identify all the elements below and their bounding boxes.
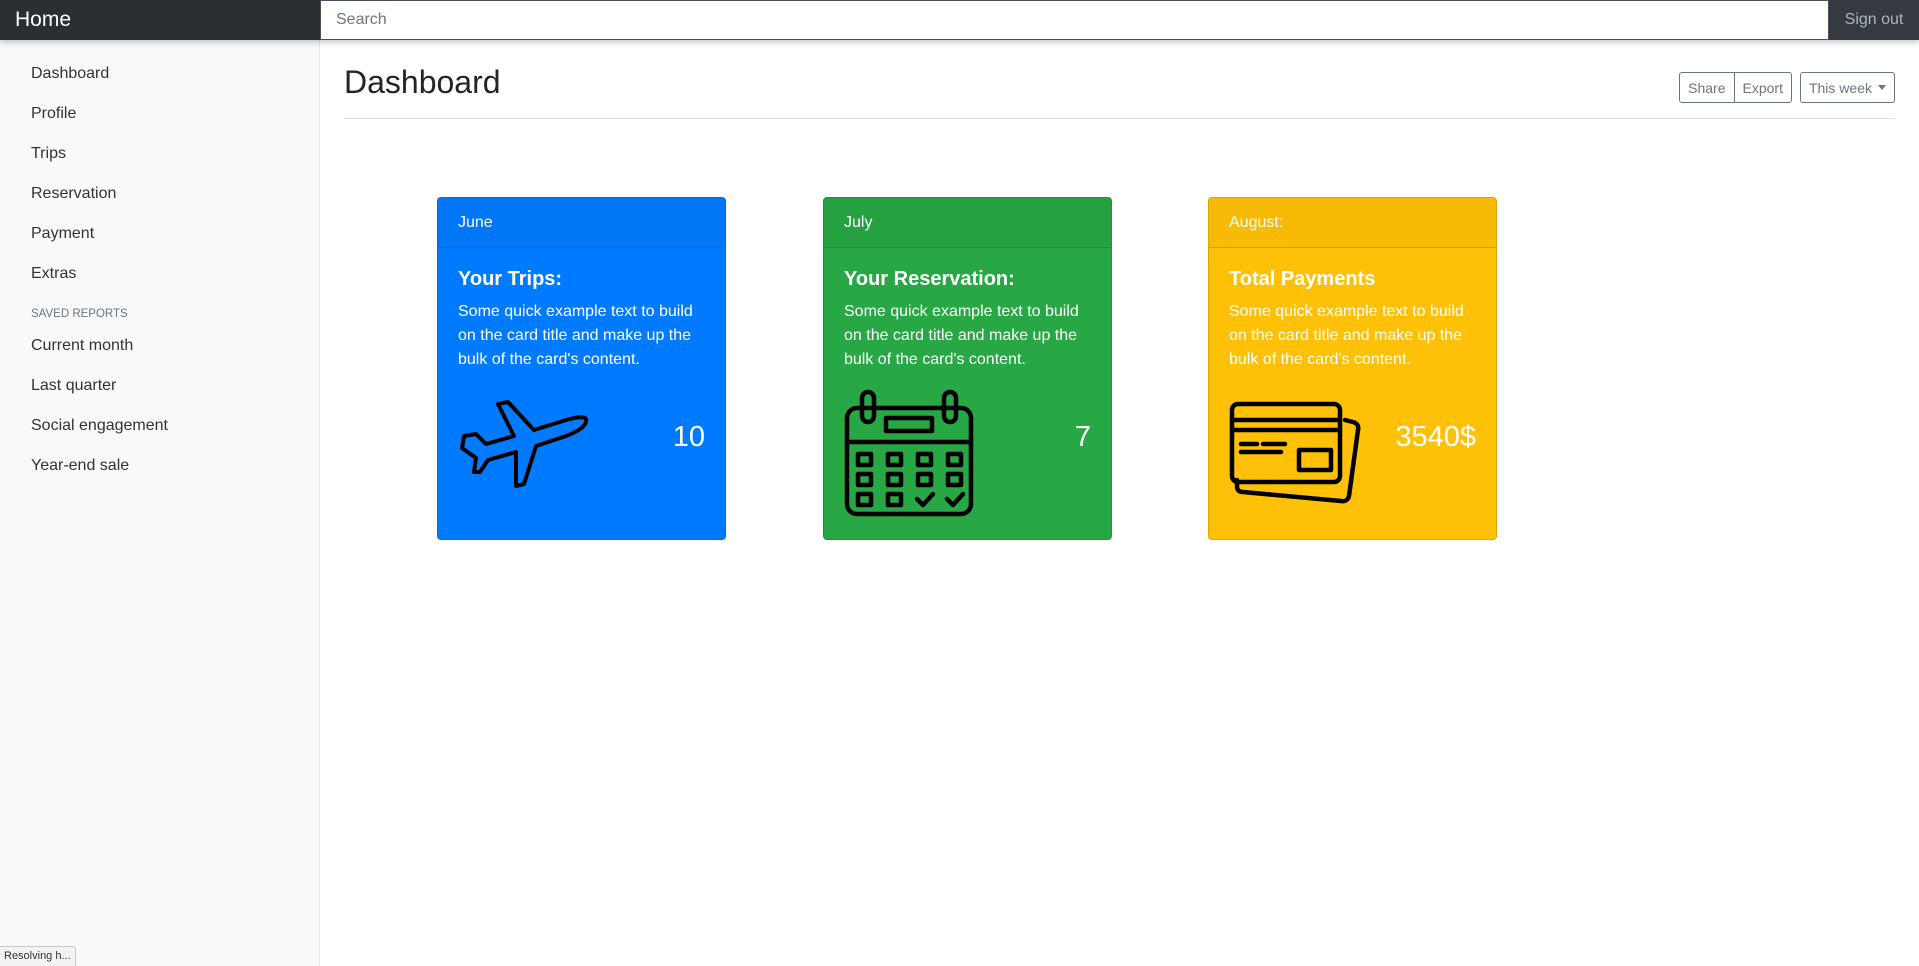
caret-down-icon [1878,85,1886,90]
search-input[interactable] [320,0,1829,40]
card-title: Your Trips: [458,268,563,290]
trips-count: 10 [672,421,705,453]
share-export-group: Share Export [1679,72,1792,103]
page-title: Dashboard [344,64,501,100]
sidebar-item-reservation[interactable]: Reservation [0,174,319,214]
period-dropdown-label: This week [1808,79,1872,96]
card-title: Your Reservation: [844,268,1015,290]
trips-card: June Your Trips: Some quick example text… [437,197,726,540]
card-header: July [824,198,1111,248]
card-title: Total Payments [1229,268,1376,290]
period-dropdown[interactable]: This week [1799,72,1895,103]
credit-card-icon [1229,400,1361,513]
sidebar-item-dashboard[interactable]: Dashboard [0,54,319,94]
sidebar-item-trips[interactable]: Trips [0,134,319,174]
report-item-year-end-sale[interactable]: Year-end sale [0,446,319,486]
card-header: August: [1209,198,1496,248]
sidebar-item-profile[interactable]: Profile [0,94,319,134]
reservation-card: July Your Reservation: Some quick exampl… [823,197,1112,540]
main-content: Dashboard Share Export This week June Yo… [344,40,1895,966]
top-navbar: Home Sign out [0,0,1919,40]
card-text: Some quick example text to build on the … [458,303,693,368]
sidebar-item-extras[interactable]: Extras [0,254,319,294]
sign-out-link[interactable]: Sign out [1829,0,1919,40]
reservation-count: 7 [1074,421,1091,453]
card-text: Some quick example text to build on the … [844,303,1079,368]
card-header: June [438,198,725,248]
total-payments-value: 3540$ [1395,421,1476,453]
card-body: Your Reservation: Some quick example tex… [824,248,1111,539]
report-item-current-month[interactable]: Current month [0,326,319,366]
payments-card: August: Total Payments Some quick exampl… [1208,197,1497,540]
card-text: Some quick example text to build on the … [1229,303,1464,368]
toolbar: Share Export This week [1679,72,1895,103]
sidebar: Dashboard Profile Trips Reservation Paym… [0,40,320,966]
brand-home-link[interactable]: Home [0,0,320,40]
calendar-icon [844,388,974,523]
airplane-icon [458,394,590,495]
saved-reports-heading: SAVED REPORTS [31,308,128,320]
card-body: Total Payments Some quick example text t… [1209,248,1496,539]
share-button[interactable]: Share [1679,72,1735,103]
card-body: Your Trips: Some quick example text to b… [438,248,725,539]
export-button[interactable]: Export [1733,72,1792,103]
status-bar: Resolving h... [0,946,76,966]
report-item-last-quarter[interactable]: Last quarter [0,366,319,406]
page-header: Dashboard Share Export This week [344,40,1895,119]
report-item-social-engagement[interactable]: Social engagement [0,406,319,446]
sidebar-item-payment[interactable]: Payment [0,214,319,254]
